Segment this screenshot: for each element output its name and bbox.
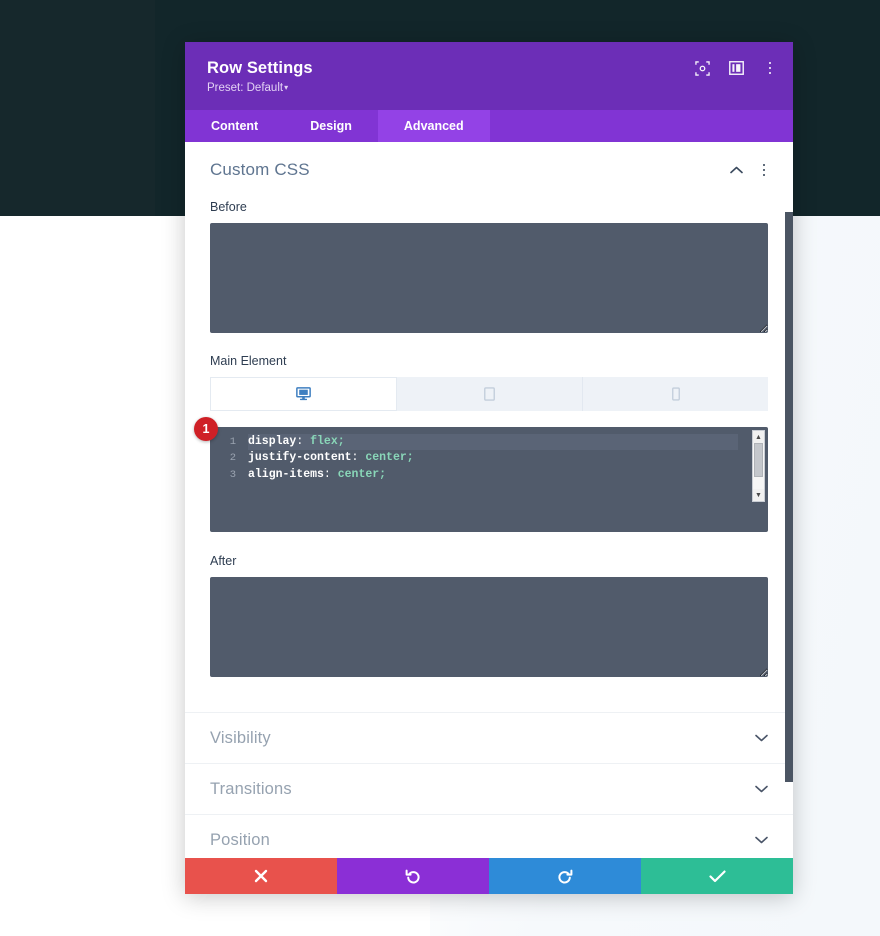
tablet-icon [484, 387, 495, 401]
code-editor-scrollbar[interactable]: ▲ ▼ [752, 430, 765, 502]
before-field-block: Before [185, 200, 793, 338]
line-number: 3 [229, 468, 236, 481]
modal-scrollbar-thumb[interactable] [785, 212, 793, 782]
save-button[interactable] [641, 858, 793, 894]
chevron-up-icon[interactable] [729, 163, 743, 177]
css-value: center [365, 451, 407, 465]
scroll-down-arrow-icon[interactable]: ▼ [753, 489, 764, 501]
accordion-label: Transitions [210, 779, 292, 798]
desktop-icon [296, 387, 311, 401]
focus-icon[interactable] [693, 59, 711, 77]
row-settings-modal: Row Settings Preset: Default▾ Content De… [185, 42, 793, 894]
code-lines: 1 display: flex; 2 justify-content: cent… [210, 427, 768, 483]
main-element-code-editor[interactable]: 1 1 display: flex; 2 justify-content: ce… [194, 417, 768, 532]
section-more-options-icon[interactable] [757, 162, 771, 178]
css-semicolon: ; [379, 467, 387, 481]
css-colon: : [323, 467, 331, 481]
chevron-down-icon[interactable] [754, 833, 768, 847]
close-x-icon [254, 869, 268, 883]
accordion-visibility[interactable]: Visibility [185, 712, 793, 763]
screen-root: Row Settings Preset: Default▾ Content De… [0, 0, 880, 936]
redo-button[interactable] [489, 858, 641, 894]
cancel-button[interactable] [185, 858, 337, 894]
modal-scroll-body: Custom CSS Before Main Element 1 1 displ… [185, 142, 793, 858]
css-property: display [248, 435, 297, 448]
device-toggle-group [210, 377, 768, 411]
page-title: Row Settings [207, 59, 313, 77]
css-value: flex [310, 435, 338, 448]
scrollbar-track[interactable] [753, 443, 764, 489]
header-icon-group [693, 59, 779, 77]
modal-tabs: Content Design Advanced [185, 110, 793, 142]
accordion-transitions[interactable]: Transitions [185, 763, 793, 814]
accordion-position[interactable]: Position [185, 814, 793, 858]
step-badge-1: 1 [194, 417, 218, 441]
chevron-down-icon[interactable] [754, 731, 768, 745]
undo-button[interactable] [337, 858, 489, 894]
chevron-down-icon: ▾ [284, 83, 289, 92]
tab-content[interactable]: Content [185, 110, 284, 142]
css-value: center [337, 467, 380, 481]
undo-arrow-icon [405, 869, 420, 884]
code-line: 3 align-items: center; [210, 467, 768, 483]
phone-icon [671, 387, 680, 401]
css-property: align-items [248, 467, 324, 481]
main-element-label: Main Element [210, 354, 287, 368]
layout-columns-icon[interactable] [727, 59, 745, 77]
device-toggle-tablet[interactable] [397, 377, 583, 411]
before-css-textarea[interactable] [210, 223, 768, 333]
css-semicolon: ; [406, 451, 414, 465]
tab-design[interactable]: Design [284, 110, 378, 142]
scrollbar-thumb[interactable] [754, 443, 763, 477]
code-line: 1 display: flex; [210, 434, 768, 451]
backdrop-dark-left [0, 0, 155, 216]
css-colon: : [296, 435, 304, 448]
main-element-field-block: Main Element 1 1 display: flex; 2 justif… [185, 354, 793, 532]
chevron-down-icon[interactable] [754, 782, 768, 796]
modal-footer [185, 858, 793, 894]
code-line: 2 justify-content: center; [210, 450, 768, 466]
section-title: Custom CSS [210, 160, 310, 179]
accordion-label: Visibility [210, 728, 271, 747]
device-toggle-desktop[interactable] [210, 377, 397, 411]
css-colon: : [351, 451, 359, 465]
after-css-textarea[interactable] [210, 577, 768, 677]
line-number: 1 [229, 436, 236, 448]
scroll-up-arrow-icon[interactable]: ▲ [753, 431, 764, 443]
line-number: 2 [229, 452, 236, 465]
css-property: justify-content [248, 451, 352, 465]
modal-header: Row Settings Preset: Default▾ [185, 42, 793, 110]
more-options-icon[interactable] [761, 59, 779, 77]
checkmark-icon [708, 870, 726, 882]
device-toggle-phone[interactable] [583, 377, 768, 411]
preset-selector[interactable]: Preset: Default▾ [207, 81, 771, 96]
redo-arrow-icon [558, 869, 573, 884]
preset-label: Preset: Default [207, 82, 284, 94]
accordion-label: Position [210, 830, 270, 849]
custom-css-section-header: Custom CSS [185, 142, 793, 194]
css-semicolon: ; [337, 435, 345, 448]
after-label: After [210, 554, 237, 568]
before-label: Before [210, 200, 247, 214]
after-field-block: After [185, 554, 793, 682]
modal-scrollbar[interactable] [785, 142, 793, 858]
tab-advanced[interactable]: Advanced [377, 110, 490, 142]
